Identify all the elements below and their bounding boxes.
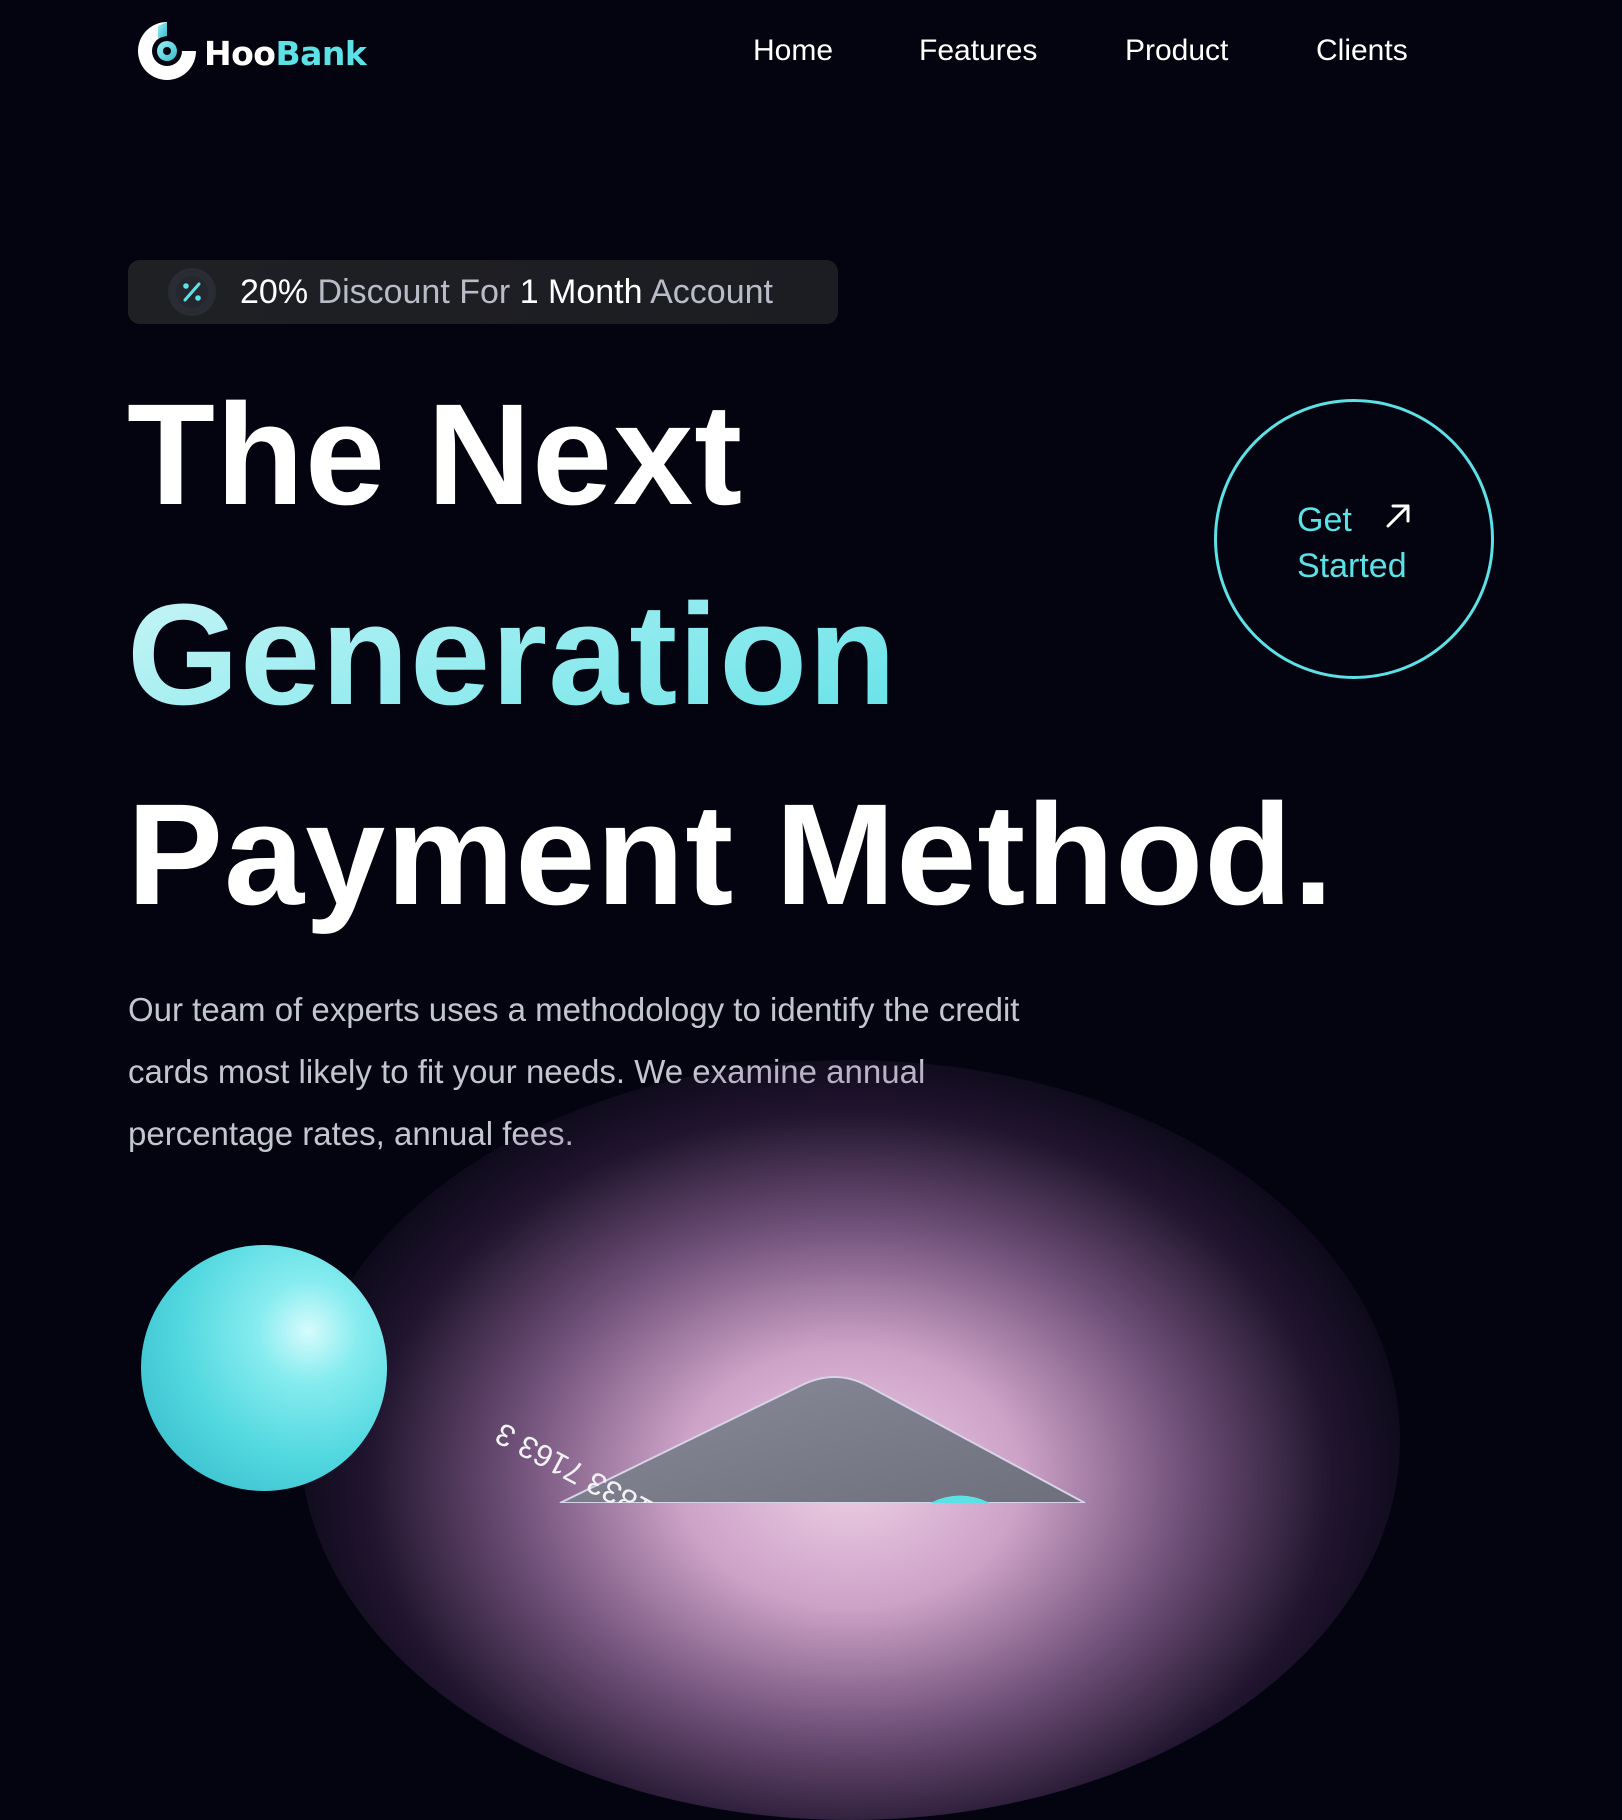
discount-duration: 1 Month — [519, 272, 643, 311]
nav-clients[interactable]: Clients — [1316, 30, 1408, 72]
get-started-label-line1: Get — [1297, 501, 1352, 539]
nav-home[interactable]: Home — [753, 30, 833, 72]
arrow-up-right-icon — [1386, 504, 1410, 528]
discount-label: Discount For — [308, 272, 520, 311]
nav-product[interactable]: Product — [1125, 30, 1228, 72]
hero-heading-line3: Payment Method. — [127, 774, 1335, 935]
hero-heading-line1: The Next — [127, 374, 744, 535]
discount-icon — [168, 268, 216, 316]
discount-account: Account — [642, 272, 773, 311]
get-started-label-line2: Started — [1297, 547, 1407, 585]
hero-heading: The Next Generation Payment Method. — [127, 355, 1334, 955]
get-started-button[interactable]: Get Started — [1214, 399, 1494, 679]
card-number: 1833 7163 3 — [490, 1416, 659, 1503]
discount-text: 20% Discount For 1 Month Account — [240, 273, 773, 312]
teal-sphere — [141, 1245, 387, 1491]
pink-glow — [300, 1060, 1400, 1820]
discount-percent: 20% — [240, 272, 309, 311]
credit-card-body — [559, 1376, 1086, 1503]
nav-features[interactable]: Features — [919, 30, 1037, 72]
main-nav: Home Features Product Clients — [0, 30, 1622, 72]
card-chip — [930, 1495, 990, 1503]
discount-badge: 20% Discount For 1 Month Account — [128, 260, 838, 324]
hero-description: Our team of experts uses a methodology t… — [128, 991, 1020, 1152]
hero-heading-line2: Generation — [127, 555, 1334, 755]
